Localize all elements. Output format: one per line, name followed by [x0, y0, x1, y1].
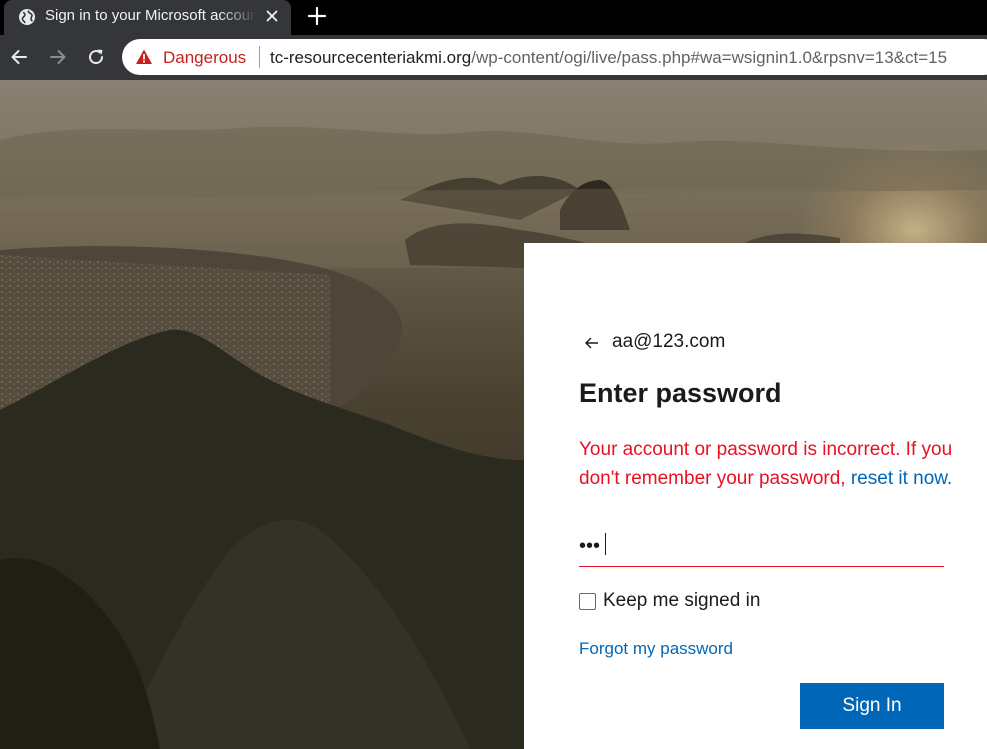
tab-strip: Sign in to your Microsoft account — [0, 0, 987, 35]
keep-signed-in-row[interactable]: Keep me signed in — [579, 589, 799, 613]
close-icon[interactable] — [262, 6, 282, 26]
error-message: Your account or password is incorrect. I… — [579, 435, 954, 493]
text-cursor — [605, 533, 606, 555]
url-host: tc-resourcecenteriakmi.org — [270, 48, 472, 67]
security-status-label[interactable]: Dangerous — [163, 48, 246, 68]
address-bar[interactable]: Dangerous tc-resourcecenteriakmi.org/wp-… — [122, 39, 987, 75]
identity-email[interactable]: aa@123.com — [612, 330, 725, 354]
globe-icon — [18, 8, 36, 26]
forgot-password-link[interactable]: Forgot my password — [579, 638, 733, 660]
reset-password-link[interactable]: reset it now. — [851, 468, 952, 489]
warning-triangle-icon[interactable] — [135, 48, 153, 66]
password-field[interactable]: ••• — [579, 530, 944, 567]
page-title: Enter password — [579, 378, 782, 408]
browser-toolbar: Dangerous tc-resourcecenteriakmi.org/wp-… — [0, 35, 987, 80]
url-text[interactable]: tc-resourcecenteriakmi.org/wp-content/og… — [270, 48, 947, 68]
signin-card: aa@123.com Enter password Your account o… — [524, 243, 987, 749]
browser-tab[interactable]: Sign in to your Microsoft account — [4, 0, 291, 35]
address-separator — [259, 46, 260, 68]
back-arrow-icon[interactable] — [8, 46, 30, 68]
sign-in-button[interactable]: Sign In — [800, 683, 944, 729]
forward-arrow-icon[interactable] — [47, 46, 69, 68]
reload-icon[interactable] — [85, 46, 107, 68]
new-tab-plus-icon[interactable] — [306, 5, 328, 27]
tab-title: Sign in to your Microsoft account — [45, 7, 257, 24]
password-mask: ••• — [579, 535, 601, 557]
back-arrow-icon[interactable] — [582, 333, 602, 353]
page-background: aa@123.com Enter password Your account o… — [0, 80, 987, 749]
keep-signed-in-label[interactable]: Keep me signed in — [603, 589, 760, 613]
keep-signed-in-checkbox[interactable] — [579, 593, 596, 610]
url-path: /wp-content/ogi/live/pass.php#wa=wsignin… — [471, 48, 948, 67]
